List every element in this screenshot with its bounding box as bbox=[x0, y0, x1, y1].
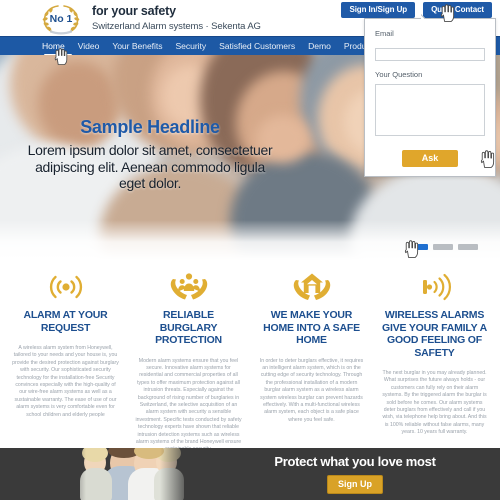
hero-headline: Sample Headline bbox=[80, 117, 220, 137]
nav-item-home[interactable]: Home bbox=[42, 41, 65, 51]
feature-body: Modern alarm systems ensure that you fee… bbox=[135, 357, 242, 453]
question-label: Your Question bbox=[375, 70, 423, 79]
quick-contact-popup: Email Your Question Ask bbox=[364, 18, 496, 177]
feature-card-alarm-at-your-request: ALARM AT YOUR REQUEST A wireless alarm s… bbox=[4, 270, 127, 454]
feature-title: ALARM AT YOUR REQUEST bbox=[23, 309, 108, 334]
features-section: ALARM AT YOUR REQUEST A wireless alarm s… bbox=[0, 260, 500, 460]
hands-house-icon bbox=[256, 270, 367, 304]
nav-item-satisfied-customers[interactable]: Satisfied Customers bbox=[219, 41, 295, 51]
feature-body: A wireless alarm system from Honeywell, … bbox=[12, 345, 119, 418]
hero-caption: Sample Headline Lorem ipsum dolor sit am… bbox=[0, 117, 300, 192]
slider-dot-3[interactable] bbox=[458, 244, 478, 250]
quick-contact-button[interactable]: Quick Contact bbox=[423, 2, 492, 18]
feature-title: RELIABLE BURGLARY PROTECTION bbox=[155, 309, 222, 346]
header-actions: Sign In/Sign Up Quick Contact bbox=[341, 2, 492, 18]
ask-button[interactable]: Ask bbox=[401, 150, 459, 167]
brand-subtitle: Switzerland Alarm systems · Sekenta AG bbox=[92, 21, 261, 32]
wireless-broadcast-icon bbox=[379, 270, 490, 304]
hero-subtext: Lorem ipsum dolor sit amet, consectetuer… bbox=[27, 142, 273, 191]
ask-button-row: Ask bbox=[375, 148, 485, 167]
email-input[interactable] bbox=[375, 48, 485, 61]
footer-sign-up-button[interactable]: Sign Up bbox=[327, 475, 383, 494]
footer-photo-fade-right bbox=[160, 448, 192, 500]
feature-body: The next burglar in you may already plan… bbox=[382, 370, 487, 436]
footer-cta-content: Protect what you love most Sign Up bbox=[210, 448, 500, 500]
nav-item-security[interactable]: Security bbox=[175, 41, 206, 51]
popup-arrow bbox=[421, 13, 433, 19]
slider-pagination bbox=[408, 244, 478, 250]
nav-item-demo[interactable]: Demo bbox=[308, 41, 331, 51]
feature-card-wireless-alarms: WIRELESS ALARMS GIVE YOUR FAMILY A GOOD … bbox=[373, 270, 496, 454]
feature-card-safe-home: WE MAKE YOUR HOME INTO A SAFE HOME In or… bbox=[250, 270, 373, 454]
feature-card-reliable-burglary-protection: RELIABLE BURGLARY PROTECTION Modern alar… bbox=[127, 270, 250, 454]
footer-cta-banner: Protect what you love most Sign Up bbox=[0, 448, 500, 500]
wireless-signal-icon bbox=[10, 270, 121, 304]
hero-bottom-fade bbox=[0, 220, 500, 260]
sign-in-sign-up-button[interactable]: Sign In/Sign Up bbox=[341, 2, 416, 18]
logo-badge-text: No 1 bbox=[50, 13, 73, 25]
laurel-wreath-badge-icon: No 1 bbox=[38, 3, 84, 35]
logo[interactable]: No 1 for your safety Switzerland Alarm s… bbox=[38, 3, 261, 35]
nav-item-your-benefits[interactable]: Your Benefits bbox=[112, 41, 162, 51]
feature-body: In order to deter burglars effective, it… bbox=[259, 357, 364, 423]
slider-dot-2[interactable] bbox=[433, 244, 453, 250]
slider-dot-1[interactable] bbox=[408, 244, 428, 250]
brand-title: for your safety bbox=[92, 4, 176, 18]
nav-item-video[interactable]: Video bbox=[78, 41, 100, 51]
feature-title: WIRELESS ALARMS GIVE YOUR FAMILY A GOOD … bbox=[382, 309, 487, 359]
email-label: Email bbox=[375, 29, 394, 38]
question-textarea[interactable] bbox=[375, 84, 485, 136]
footer-photo-fade-left bbox=[60, 448, 86, 500]
feature-title: WE MAKE YOUR HOME INTO A SAFE HOME bbox=[263, 309, 360, 346]
footer-headline: Protect what you love most bbox=[274, 454, 436, 469]
hands-family-icon bbox=[133, 270, 244, 304]
